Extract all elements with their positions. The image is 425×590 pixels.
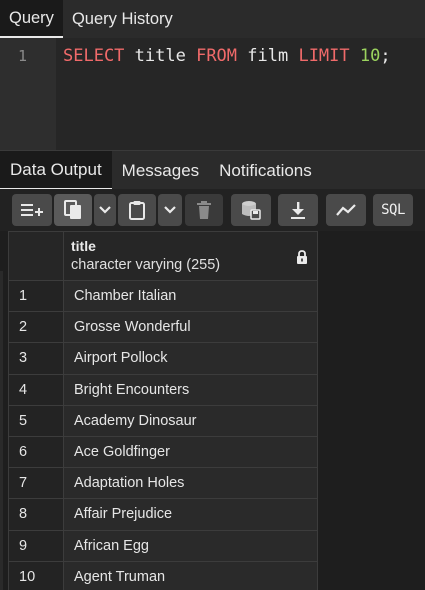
column-type: character varying (255) (71, 257, 221, 273)
table-row[interactable]: 8 Affair Prejudice (8, 498, 318, 531)
line-chart-icon (336, 204, 356, 216)
add-row-icon (21, 204, 43, 216)
query-tab-bar: Query Query History (0, 0, 425, 38)
editor-gutter: 1 (0, 38, 56, 150)
code-table: film (237, 46, 299, 66)
lock-icon (297, 250, 307, 264)
copy-options-dropdown[interactable] (94, 194, 116, 226)
download-button[interactable] (278, 194, 318, 226)
cell-title[interactable]: Ace Goldfinger (63, 435, 318, 469)
column-header-title[interactable]: title character varying (255) (63, 231, 318, 281)
tab-query-history[interactable]: Query History (63, 0, 182, 38)
row-number[interactable]: 10 (8, 560, 64, 590)
row-number[interactable]: 4 (8, 373, 64, 406)
table-row[interactable]: 7 Adaptation Holes (8, 467, 318, 500)
delete-button[interactable] (185, 194, 223, 226)
code-limit-count: 10 (359, 46, 381, 66)
code-semicolon: ; (380, 46, 391, 66)
copy-button[interactable] (54, 194, 92, 226)
paste-icon (129, 201, 145, 220)
cell-title[interactable]: Bright Encounters (63, 373, 318, 406)
add-row-button[interactable] (12, 194, 52, 226)
results-grid: title character varying (255) 1 Chamber I… (8, 231, 318, 590)
row-number[interactable]: 2 (8, 311, 64, 344)
table-row[interactable]: 10 Agent Truman (8, 560, 318, 590)
paste-options-dropdown[interactable] (158, 194, 182, 226)
row-number[interactable]: 3 (8, 342, 64, 375)
row-number[interactable]: 1 (8, 279, 64, 313)
chevron-down-icon (164, 206, 176, 214)
tab-data-output[interactable]: Data Output (0, 151, 112, 190)
table-row[interactable]: 5 Academy Dinosaur (8, 404, 318, 437)
cell-title[interactable]: Adaptation Holes (63, 467, 318, 500)
keyword-select: SELECT (63, 46, 125, 66)
cell-title[interactable]: Airport Pollock (63, 342, 318, 375)
keyword-limit: LIMIT (298, 46, 350, 66)
tab-notifications[interactable]: Notifications (209, 151, 322, 190)
database-save-icon (242, 201, 261, 220)
sql-button[interactable]: SQL (373, 194, 413, 226)
sql-button-label: SQL (381, 202, 405, 218)
panel-left-edge (0, 271, 3, 590)
tab-messages[interactable]: Messages (112, 151, 209, 190)
table-row[interactable]: 6 Ace Goldfinger (8, 435, 318, 469)
cell-title[interactable]: Grosse Wonderful (63, 311, 318, 344)
data-output-toolbar: SQL (0, 189, 425, 231)
row-number-header[interactable] (8, 231, 64, 281)
chevron-down-icon (99, 206, 111, 214)
table-row[interactable]: 9 African Egg (8, 529, 318, 562)
cell-title[interactable]: Chamber Italian (63, 279, 318, 313)
row-number[interactable]: 9 (8, 529, 64, 562)
download-icon (291, 202, 305, 219)
save-data-button[interactable] (231, 194, 271, 226)
tab-query[interactable]: Query (0, 0, 63, 38)
cell-title[interactable]: African Egg (63, 529, 318, 562)
table-row[interactable]: 2 Grosse Wonderful (8, 311, 318, 344)
table-row[interactable]: 4 Bright Encounters (8, 373, 318, 406)
results-grid-area: title character varying (255) 1 Chamber I… (0, 231, 425, 590)
table-row[interactable]: 3 Airport Pollock (8, 342, 318, 375)
paste-button[interactable] (118, 194, 156, 226)
line-number: 1 (18, 47, 28, 65)
table-row[interactable]: 1 Chamber Italian (8, 279, 318, 313)
editor-code-line[interactable]: SELECT title FROM film LIMIT 10; (63, 46, 391, 66)
row-number[interactable]: 5 (8, 404, 64, 437)
row-number[interactable]: 7 (8, 467, 64, 500)
row-number[interactable]: 6 (8, 435, 64, 469)
row-number[interactable]: 8 (8, 498, 64, 531)
output-tab-bar: Data Output Messages Notifications (0, 150, 425, 190)
copy-icon (64, 200, 81, 219)
cell-title[interactable]: Agent Truman (63, 560, 318, 590)
cell-title[interactable]: Academy Dinosaur (63, 404, 318, 437)
sql-editor[interactable]: 1 SELECT title FROM film LIMIT 10; (0, 38, 425, 150)
trash-icon (197, 201, 211, 219)
graph-visualiser-button[interactable] (326, 194, 366, 226)
code-column: title (124, 46, 197, 66)
keyword-from: FROM (196, 46, 238, 66)
column-name: title (71, 238, 96, 254)
cell-title[interactable]: Affair Prejudice (63, 498, 318, 531)
